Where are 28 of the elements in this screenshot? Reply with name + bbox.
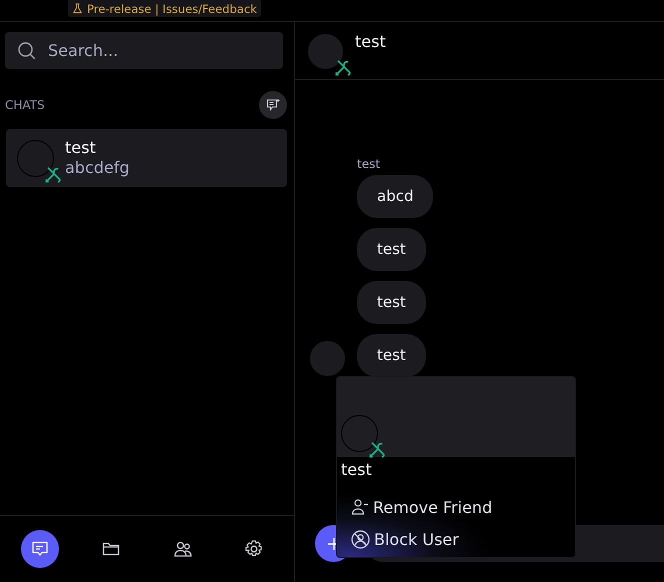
- block-user-icon: [351, 530, 370, 548]
- settings-icon: [244, 539, 264, 559]
- chat-plus-icon: [266, 98, 280, 112]
- sender-name: test: [357, 157, 380, 171]
- people-icon: [172, 539, 193, 559]
- tools-icon: [334, 59, 352, 77]
- new-chat-button[interactable]: [259, 91, 287, 119]
- message-bubble: test: [357, 334, 426, 377]
- tools-icon: [368, 441, 386, 459]
- avatar: [341, 415, 378, 452]
- message-bubble: test: [357, 228, 426, 271]
- remove-menu-item[interactable]: Remove Friend: [341, 491, 571, 523]
- conversation-title: test: [355, 32, 386, 51]
- tools-icon: [44, 166, 62, 184]
- avatar: [17, 140, 54, 176]
- profile-name: test: [341, 460, 372, 479]
- block-menu-item[interactable]: Block User: [341, 523, 571, 555]
- chat-tab[interactable]: [20, 530, 59, 568]
- search-field[interactable]: Search...: [5, 32, 283, 69]
- last-message: abcdefg: [65, 158, 130, 178]
- section-heading: CHATS: [5, 98, 45, 112]
- prerelease-link[interactable]: Pre-release | Issues/Feedback: [68, 0, 261, 17]
- flask-icon: [72, 3, 83, 14]
- chat-item[interactable]: test abcdefg: [6, 129, 287, 187]
- message-bubble: test: [357, 281, 426, 324]
- chat-name: test: [65, 138, 97, 158]
- user-minus-icon: [351, 498, 369, 516]
- message-bubble: abcd: [357, 175, 434, 218]
